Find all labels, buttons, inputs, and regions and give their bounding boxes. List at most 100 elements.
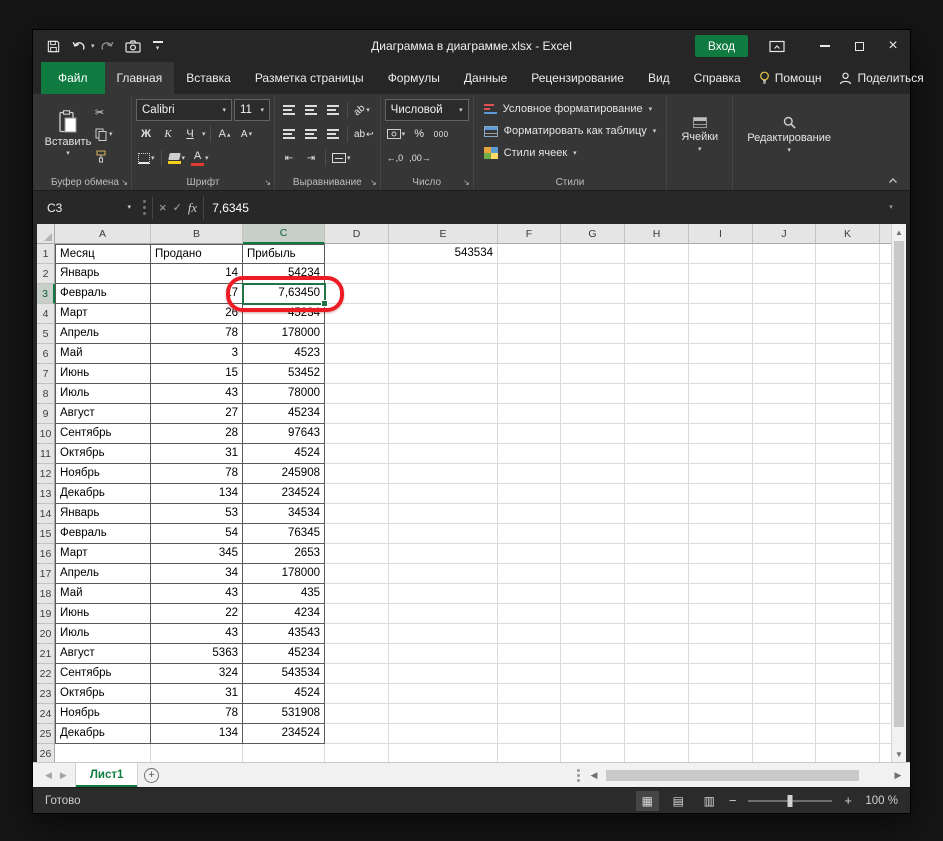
sign-in-button[interactable]: Вход: [694, 35, 748, 57]
cell-C21[interactable]: 45234: [243, 644, 325, 664]
view-page-break-button[interactable]: ▥: [698, 791, 721, 811]
cell-E8[interactable]: [389, 384, 498, 404]
cell-I18[interactable]: [689, 584, 753, 604]
align-middle-button[interactable]: [301, 100, 321, 121]
cell-H10[interactable]: [625, 424, 689, 444]
increase-font-size-button[interactable]: А ▾: [215, 124, 235, 145]
percent-style-button[interactable]: %: [409, 124, 429, 145]
cell-I15[interactable]: [689, 524, 753, 544]
cell-D18[interactable]: [325, 584, 389, 604]
cell-K18[interactable]: [816, 584, 880, 604]
cell-I1[interactable]: [689, 244, 753, 264]
cell-E21[interactable]: [389, 644, 498, 664]
cell-K7[interactable]: [816, 364, 880, 384]
cell-I17[interactable]: [689, 564, 753, 584]
cell-D16[interactable]: [325, 544, 389, 564]
row-header-26[interactable]: 26: [37, 744, 55, 762]
row-header-23[interactable]: 23: [37, 684, 55, 704]
column-header-F[interactable]: F: [498, 224, 561, 244]
help-assistant-button[interactable]: Помощн: [753, 71, 828, 85]
cell-J26[interactable]: [753, 744, 816, 762]
cell-H5[interactable]: [625, 324, 689, 344]
cell-I6[interactable]: [689, 344, 753, 364]
collapse-ribbon-button[interactable]: [884, 173, 902, 187]
cell-J21[interactable]: [753, 644, 816, 664]
row-header-16[interactable]: 16: [37, 544, 55, 564]
paste-button[interactable]: Вставить ▾: [43, 98, 93, 168]
cell-A26[interactable]: [55, 744, 151, 762]
cell-E4[interactable]: [389, 304, 498, 324]
cell-B7[interactable]: 15: [151, 364, 243, 384]
scroll-left-icon[interactable]: ◀: [586, 770, 602, 781]
cell-E13[interactable]: [389, 484, 498, 504]
view-page-layout-button[interactable]: ▤: [667, 791, 690, 811]
cell-G20[interactable]: [561, 624, 625, 644]
decrease-decimal-button[interactable]: ,00→: [407, 148, 433, 169]
cell-H15[interactable]: [625, 524, 689, 544]
column-header-K[interactable]: K: [816, 224, 880, 244]
cell-K20[interactable]: [816, 624, 880, 644]
cell-I5[interactable]: [689, 324, 753, 344]
scroll-right-icon[interactable]: ▶: [890, 770, 906, 781]
cell-A11[interactable]: Октябрь: [55, 444, 151, 464]
cell-K26[interactable]: [816, 744, 880, 762]
cell-H9[interactable]: [625, 404, 689, 424]
view-normal-button[interactable]: ▦: [635, 790, 659, 811]
cell-I13[interactable]: [689, 484, 753, 504]
cell-C9[interactable]: 45234: [243, 404, 325, 424]
cell-F9[interactable]: [498, 404, 561, 424]
cell-F19[interactable]: [498, 604, 561, 624]
cell-D7[interactable]: [325, 364, 389, 384]
cell-K4[interactable]: [816, 304, 880, 324]
cell-A15[interactable]: Февраль: [55, 524, 151, 544]
wrap-text-button[interactable]: ab ↩: [352, 124, 376, 145]
chevron-down-icon[interactable]: ▾: [202, 131, 206, 138]
cell-E20[interactable]: [389, 624, 498, 644]
font-size-combo[interactable]: 11 ▾: [234, 99, 270, 121]
row-header-21[interactable]: 21: [37, 644, 55, 664]
cell-J1[interactable]: [753, 244, 816, 264]
cell-I4[interactable]: [689, 304, 753, 324]
cell-E16[interactable]: [389, 544, 498, 564]
decrease-font-size-button[interactable]: А ▾: [237, 124, 257, 145]
cell-E22[interactable]: [389, 664, 498, 684]
alignment-dialog-launcher-icon[interactable]: ↘: [370, 179, 377, 187]
next-sheet-button[interactable]: ▶: [60, 770, 67, 781]
cell-D1[interactable]: [325, 244, 389, 264]
cell-D20[interactable]: [325, 624, 389, 644]
cell-A10[interactable]: Сентябрь: [55, 424, 151, 444]
cell-C16[interactable]: 2653: [243, 544, 325, 564]
cell-K22[interactable]: [816, 664, 880, 684]
cell-F22[interactable]: [498, 664, 561, 684]
cell-K24[interactable]: [816, 704, 880, 724]
cell-J10[interactable]: [753, 424, 816, 444]
cell-I11[interactable]: [689, 444, 753, 464]
cell-A17[interactable]: Апрель: [55, 564, 151, 584]
align-right-button[interactable]: [323, 124, 343, 145]
undo-dropdown-icon[interactable]: ▾: [91, 43, 95, 50]
accounting-format-button[interactable]: ▾: [385, 124, 408, 145]
redo-button[interactable]: [96, 34, 120, 58]
italic-button[interactable]: К: [158, 124, 178, 145]
tab-home[interactable]: Главная: [104, 62, 175, 94]
cell-H18[interactable]: [625, 584, 689, 604]
cell-H3[interactable]: [625, 284, 689, 304]
cell-F17[interactable]: [498, 564, 561, 584]
cell-C12[interactable]: 245908: [243, 464, 325, 484]
row-header-2[interactable]: 2: [37, 264, 55, 284]
column-header-J[interactable]: J: [753, 224, 816, 244]
cell-H6[interactable]: [625, 344, 689, 364]
tab-page-layout[interactable]: Разметка страницы: [243, 62, 376, 94]
cell-A8[interactable]: Июль: [55, 384, 151, 404]
cell-E26[interactable]: [389, 744, 498, 762]
cell-I12[interactable]: [689, 464, 753, 484]
cell-D10[interactable]: [325, 424, 389, 444]
cell-C23[interactable]: 4524: [243, 684, 325, 704]
row-header-22[interactable]: 22: [37, 664, 55, 684]
cell-H24[interactable]: [625, 704, 689, 724]
cell-B23[interactable]: 31: [151, 684, 243, 704]
cells-group-button[interactable]: Ячейки ▾: [671, 98, 728, 172]
cell-I3[interactable]: [689, 284, 753, 304]
cell-E25[interactable]: [389, 724, 498, 744]
cell-B9[interactable]: 27: [151, 404, 243, 424]
